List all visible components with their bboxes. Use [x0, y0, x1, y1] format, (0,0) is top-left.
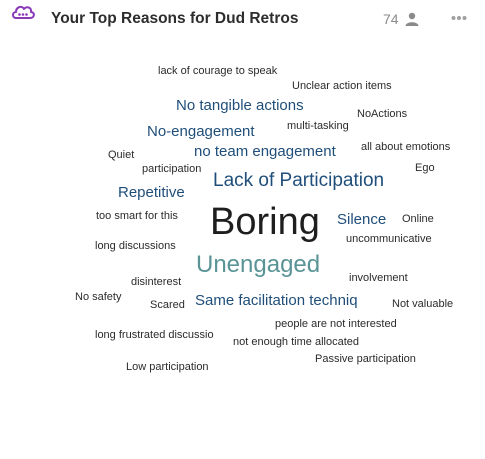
- word-cloud-word: Unclear action items: [292, 80, 392, 92]
- word-cloud-word: Boring: [210, 201, 320, 243]
- word-cloud-word: lack of courage to speak: [158, 65, 278, 77]
- page-title: Your Top Reasons for Dud Retros: [51, 10, 299, 27]
- word-cloud: lack of courage to speak Unclear action …: [0, 40, 485, 459]
- word-cloud-word: Quiet: [108, 149, 135, 161]
- word-cloud-word: participation: [142, 163, 202, 175]
- word-cloud-word: Silence: [337, 211, 387, 228]
- word-cloud-word: No tangible actions: [176, 97, 304, 114]
- word-cloud-word: No safety: [75, 291, 122, 303]
- word-cloud-word: disinterest: [131, 276, 182, 288]
- word-cloud-word: NoActions: [357, 108, 408, 120]
- word-cloud-word: Unengaged: [196, 251, 321, 278]
- word-cloud-word: long frustrated discussio: [95, 329, 214, 341]
- word-cloud-word: multi-tasking: [287, 120, 349, 132]
- more-horizontal-icon[interactable]: [451, 15, 467, 21]
- app-window: Your Top Reasons for Dud Retros 74 lack …: [0, 0, 485, 459]
- word-cloud-word: Low participation: [126, 361, 209, 373]
- word-cloud-word: No-engagement: [147, 123, 255, 140]
- word-cloud-word: Not valuable: [392, 298, 454, 310]
- word-cloud-word: Passive participation: [315, 353, 416, 365]
- word-cloud-word: Ego: [415, 162, 435, 174]
- word-cloud-word: involvement: [349, 272, 408, 284]
- header: Your Top Reasons for Dud Retros 74: [0, 0, 485, 40]
- cloud-chat-logo-icon: [12, 5, 35, 19]
- word-cloud-word: all about emotions: [361, 141, 451, 153]
- person-icon: [405, 12, 419, 26]
- word-cloud-word: Lack of Participation: [213, 170, 385, 191]
- word-cloud-word: no team engagement: [194, 143, 336, 160]
- word-cloud-word: not enough time allocated: [233, 336, 359, 348]
- word-cloud-word: Same facilitation techniq: [195, 292, 358, 309]
- participant-count: 74: [383, 11, 399, 27]
- word-cloud-word: uncommunicative: [346, 233, 432, 245]
- word-cloud-word: long discussions: [95, 240, 176, 252]
- word-cloud-word: too smart for this: [96, 210, 178, 222]
- word-cloud-word: Repetitive: [118, 184, 185, 201]
- word-cloud-word: people are not interested: [275, 318, 397, 330]
- word-cloud-word: Scared: [150, 299, 185, 311]
- word-cloud-word: Online: [402, 213, 434, 225]
